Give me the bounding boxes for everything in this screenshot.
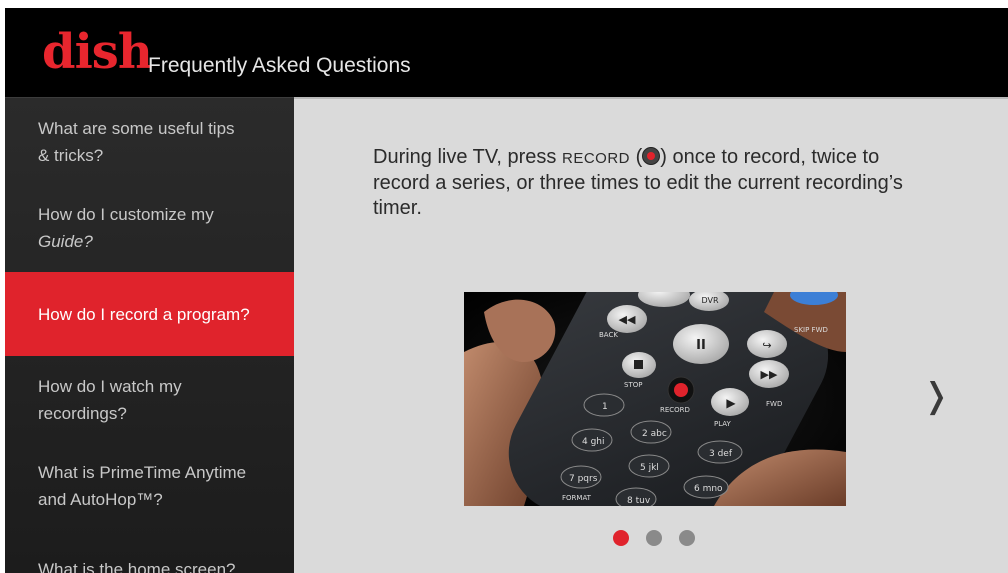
dvr-label: DVR bbox=[701, 296, 718, 305]
stop-label: STOP bbox=[624, 381, 642, 389]
remote-control-image: DVR ◀◀ BACK II ↪ SKIP FWD STOP RECORD ▶ … bbox=[464, 292, 846, 506]
paren-open: ( bbox=[635, 146, 643, 168]
header-bar: dish Frequently Asked Questions bbox=[5, 8, 1008, 97]
record-button-icon bbox=[642, 147, 661, 165]
fwd-label: FWD bbox=[766, 400, 782, 408]
key-2: 2 abc bbox=[642, 429, 667, 439]
remote-control-photo: DVR ◀◀ BACK II ↪ SKIP FWD STOP RECORD ▶ … bbox=[464, 292, 846, 506]
key-5: 5 jkl bbox=[640, 463, 659, 473]
faq-question-list: What are some useful tips & tricks? How … bbox=[5, 97, 294, 573]
faq-item-home-screen[interactable]: What is the home screen? bbox=[5, 556, 294, 573]
skip-fwd-label: SKIP FWD bbox=[794, 326, 828, 334]
faq-item-label: How do I customize my bbox=[38, 205, 214, 224]
faq-item-primetime-anytime[interactable]: What is PrimeTime Anytime and AutoHop™? bbox=[5, 459, 294, 513]
page-dot-2[interactable] bbox=[646, 530, 662, 546]
play-label: PLAY bbox=[714, 420, 732, 428]
svg-text:II: II bbox=[696, 338, 706, 353]
page-dot-3[interactable] bbox=[679, 530, 695, 546]
faq-item-label-line2: Guide? bbox=[38, 232, 93, 251]
answer-panel: During live TV, press RECORD () once to … bbox=[294, 97, 1008, 573]
dish-logo: dish bbox=[42, 24, 153, 80]
faq-item-label-line2: & tricks? bbox=[38, 146, 104, 165]
next-arrow-icon[interactable]: ❭ bbox=[922, 376, 951, 416]
svg-text:▶: ▶ bbox=[726, 396, 736, 410]
faq-item-label: What are some useful tips bbox=[38, 119, 235, 138]
key-6: 6 mno bbox=[694, 484, 723, 494]
key-3: 3 def bbox=[709, 449, 733, 459]
record-keyword: RECORD bbox=[561, 150, 630, 167]
faq-item-customize-guide[interactable]: How do I customize my Guide? bbox=[5, 201, 294, 255]
back-label: BACK bbox=[599, 331, 618, 339]
key-7: 7 pqrs bbox=[569, 474, 598, 484]
faq-item-label: How do I record a program? bbox=[38, 304, 250, 324]
answer-text-part1: During live TV, press bbox=[373, 146, 562, 168]
pagination-dots bbox=[613, 530, 695, 546]
tv-screen: dish Frequently Asked Questions What are… bbox=[5, 8, 1008, 573]
faq-item-label-line2: and AutoHop™? bbox=[38, 490, 163, 509]
svg-text:↪: ↪ bbox=[762, 339, 771, 352]
format-label: FORMAT bbox=[562, 494, 592, 502]
answer-text: During live TV, press RECORD () once to … bbox=[373, 145, 933, 221]
svg-text:◀◀: ◀◀ bbox=[619, 313, 636, 326]
faq-item-record-program[interactable]: How do I record a program? bbox=[5, 272, 294, 356]
page-dot-1[interactable] bbox=[613, 530, 629, 546]
faq-item-label: What is the home screen? bbox=[38, 560, 236, 573]
faq-item-label-line2: recordings? bbox=[38, 404, 127, 423]
faq-item-label: What is PrimeTime Anytime bbox=[38, 463, 247, 482]
key-8: 8 tuv bbox=[627, 496, 651, 506]
key-4: 4 ghi bbox=[582, 437, 605, 447]
paren-close: ) bbox=[660, 146, 667, 168]
faq-item-watch-recordings[interactable]: How do I watch my recordings? bbox=[5, 373, 294, 427]
record-label: RECORD bbox=[660, 406, 690, 414]
faq-item-label: How do I watch my bbox=[38, 377, 182, 396]
svg-text:▶▶: ▶▶ bbox=[761, 368, 778, 381]
key-1: 1 bbox=[602, 402, 608, 412]
faq-item-tips-tricks[interactable]: What are some useful tips & tricks? bbox=[5, 115, 294, 169]
page-title: Frequently Asked Questions bbox=[148, 54, 411, 77]
